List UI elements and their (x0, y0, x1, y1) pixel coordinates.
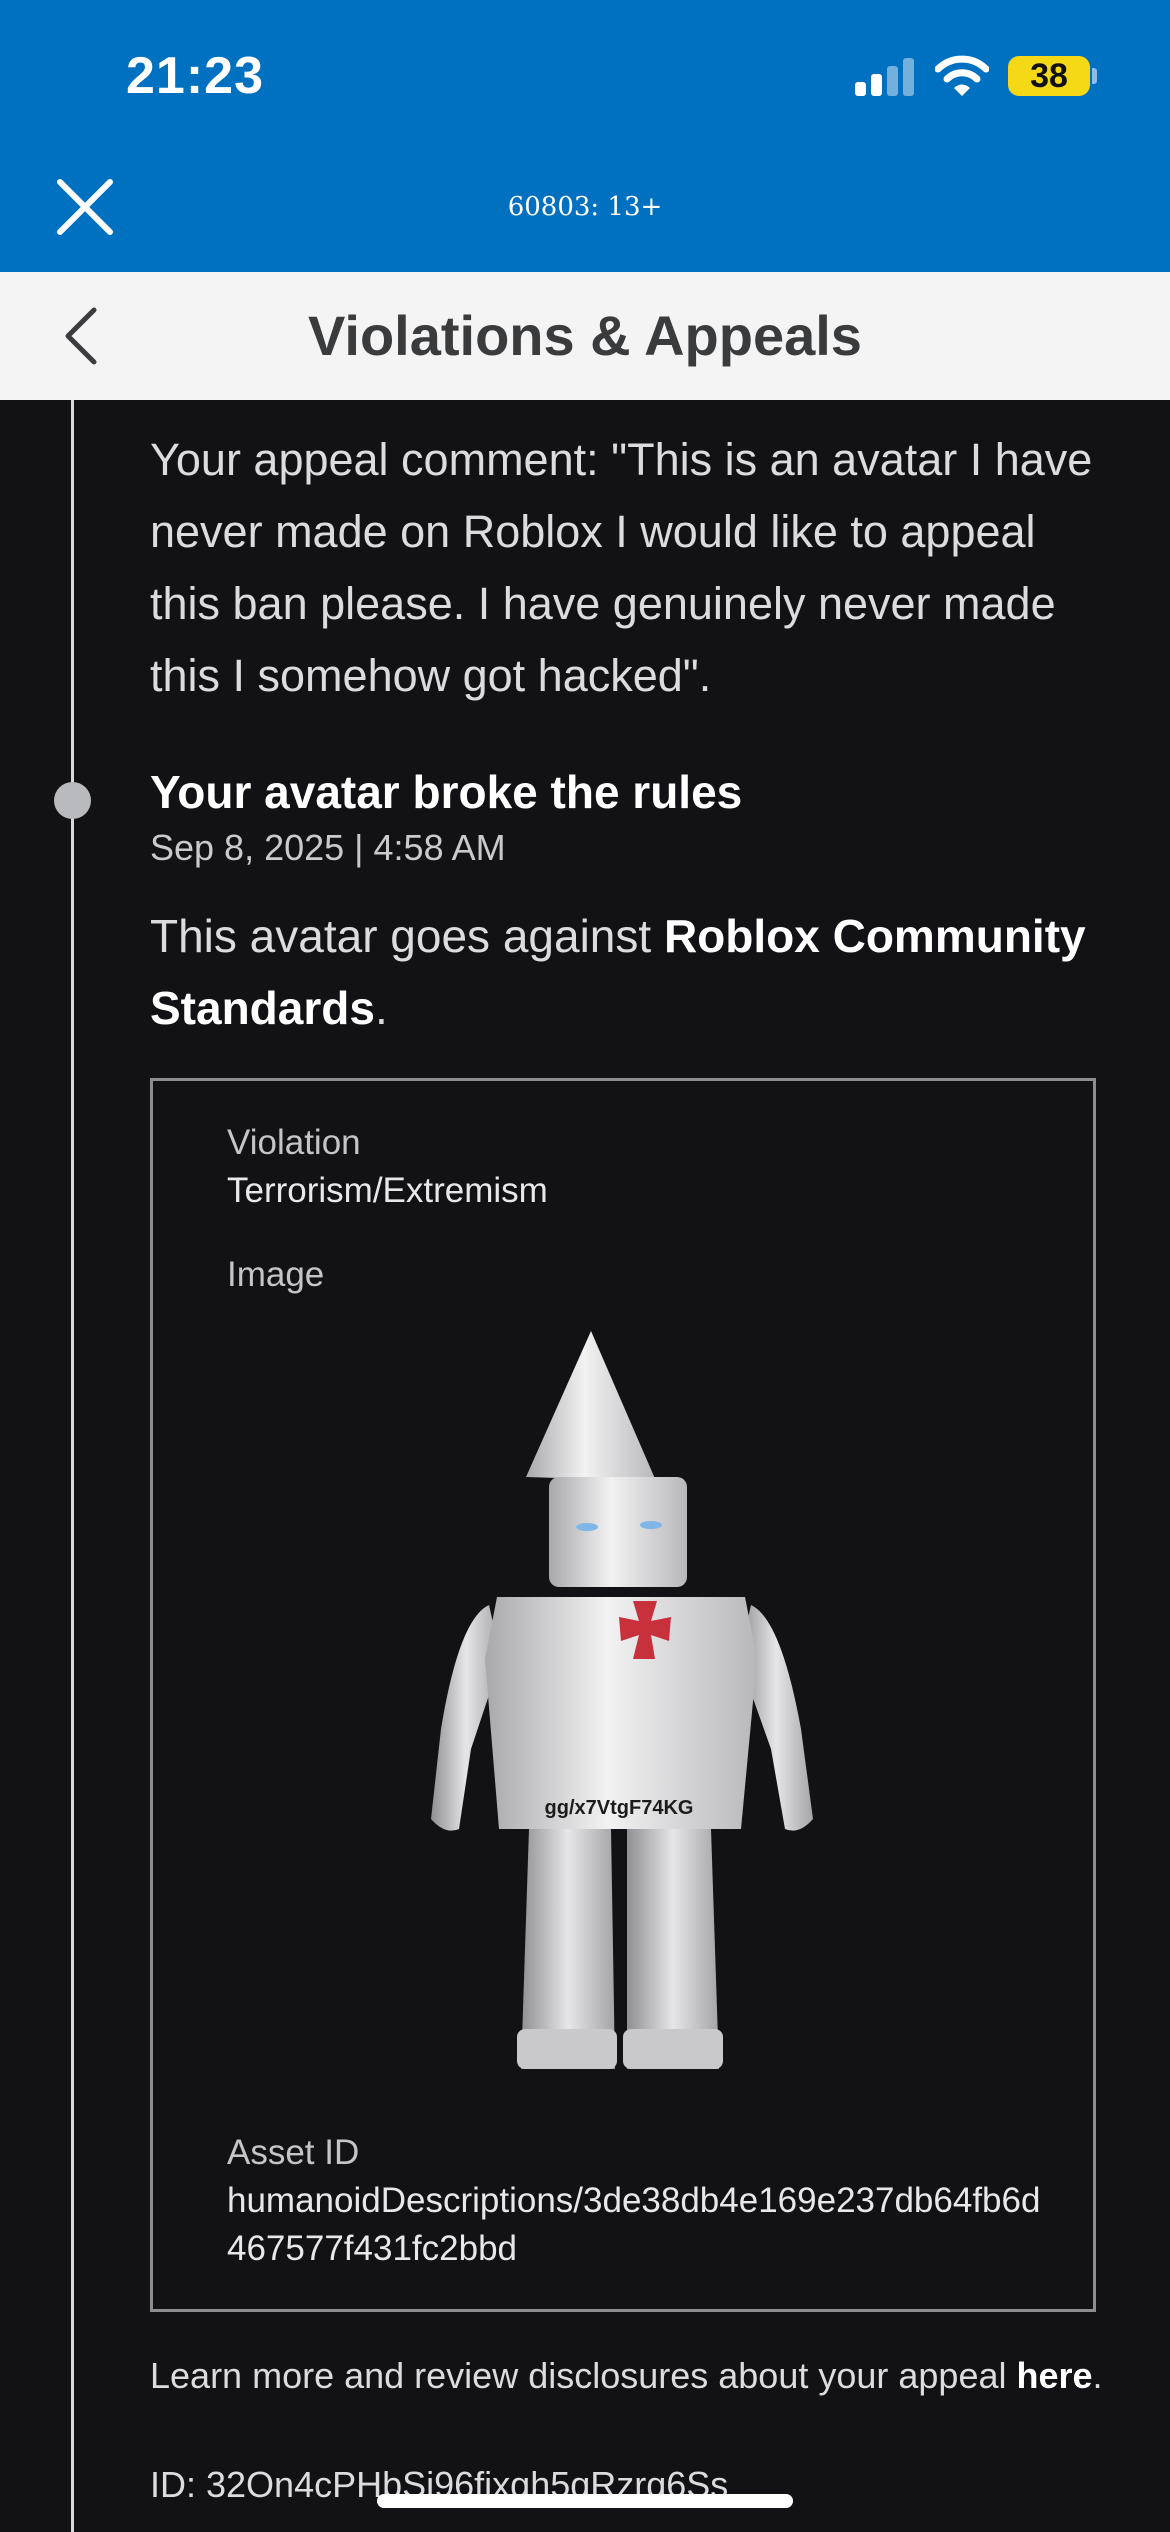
violation-card: Violation Terrorism/Extremism Image gg/x… (150, 1078, 1096, 2312)
violation-value: Terrorism/Extremism (227, 1171, 548, 1210)
wifi-icon (935, 55, 989, 96)
status-time: 21:23 (126, 47, 264, 105)
event-description-text: This avatar goes against (150, 910, 664, 962)
event-date: Sep 8, 2025 | 4:58 AM (150, 827, 506, 868)
image-label: Image (227, 1255, 325, 1294)
page-title: Violations & Appeals (308, 304, 862, 367)
battery-icon: 38 (1008, 56, 1090, 96)
webview-title: 60803: 13+ (507, 192, 663, 222)
violation-label: Violation (227, 1123, 361, 1162)
timeline-line (71, 400, 74, 2532)
home-indicator[interactable] (377, 2494, 793, 2508)
webview-header: 21:23 38 60803: 13+ (0, 0, 1170, 272)
page-header: Violations & Appeals (0, 272, 1170, 400)
event-title: Your avatar broke the rules (150, 766, 743, 818)
avatar-figure: gg/x7VtgF74KG (431, 1331, 813, 2069)
asset-id-value: humanoidDescriptions/3de38db4e169e237db6… (227, 2181, 1041, 2268)
timeline-dot (54, 782, 91, 819)
event-description-suffix: . (374, 982, 388, 1034)
avatar-image: gg/x7VtgF74KG (401, 1329, 861, 2069)
asset-id-label: Asset ID (227, 2133, 360, 2172)
disclosure-link[interactable]: here (1017, 2355, 1093, 2396)
appeal-disclosure: Learn more and review disclosures about … (150, 2350, 1110, 2402)
disclosure-suffix: . (1092, 2355, 1103, 2396)
battery-tip (1092, 68, 1097, 84)
appeal-comment: Your appeal comment: "This is an avatar … (150, 434, 1093, 701)
battery-level: 38 (1030, 57, 1068, 95)
event-description: This avatar goes against Roblox Communit… (150, 900, 1110, 1044)
disclosure-text: Learn more and review disclosures about … (150, 2355, 1017, 2396)
avatar-shirt-text: gg/x7VtgF74KG (545, 1797, 694, 1819)
cellular-signal-icon (855, 58, 917, 96)
